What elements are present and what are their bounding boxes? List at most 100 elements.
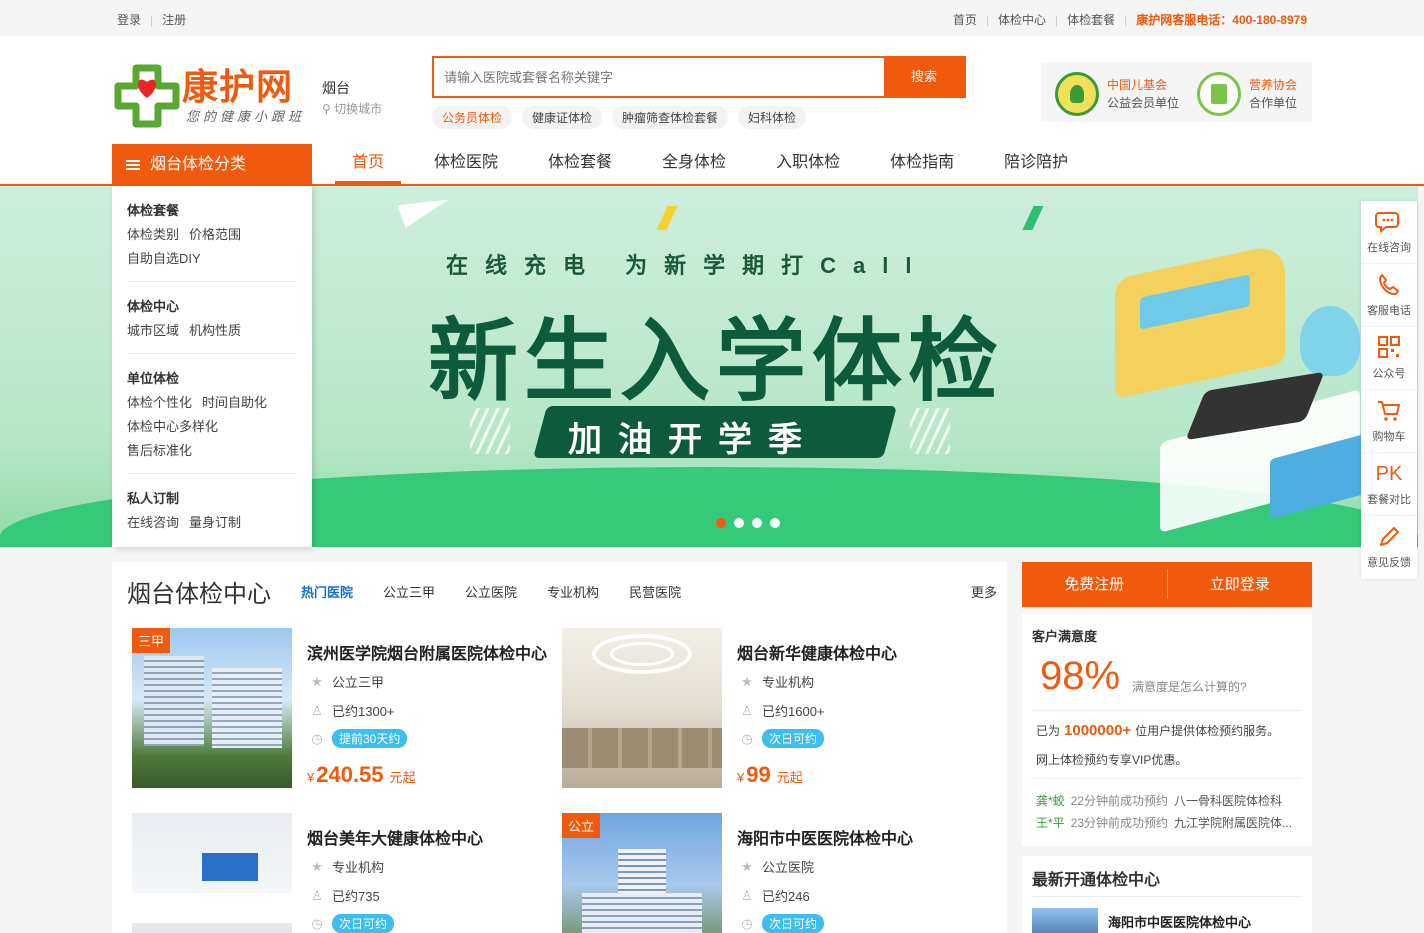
carousel-dot[interactable] bbox=[734, 518, 744, 528]
hospital-type: 公立三甲 bbox=[332, 675, 385, 690]
register-link[interactable]: 注册 bbox=[162, 11, 186, 28]
more-link[interactable]: 更多 bbox=[971, 582, 997, 601]
category-link[interactable]: 售后标准化 bbox=[127, 443, 192, 458]
hospital-card[interactable]: 公立 海阳市中医医院体检中心 ★ 公立医院 ♙ 已约246 ◷ 次日可约 bbox=[562, 813, 982, 933]
city-switch-link[interactable]: ⚲ 切换城市 bbox=[322, 100, 382, 117]
sidebar-item-phone[interactable]: 客服电话 bbox=[1361, 264, 1417, 327]
hospital-booked-row: ♙ 已约1300+ bbox=[310, 701, 394, 720]
hospital-photo[interactable] bbox=[132, 813, 292, 933]
category-menu-header[interactable]: 烟台体检分类 bbox=[112, 144, 312, 186]
newest-center-name[interactable]: 海阳市中医医院体检中心 bbox=[1108, 912, 1251, 931]
top-link-home[interactable]: 首页 bbox=[953, 11, 977, 28]
category-title[interactable]: 体检套餐 bbox=[127, 200, 297, 219]
site-logo[interactable]: 康护网 您的健康小跟班 bbox=[112, 58, 312, 128]
hospital-photo[interactable] bbox=[562, 628, 722, 788]
category-link[interactable]: 机构性质 bbox=[189, 323, 241, 338]
hospital-photo[interactable]: 三甲 bbox=[132, 628, 292, 788]
price-amount: 99 bbox=[746, 762, 771, 787]
category-group: 体检中心 城市区域 机构性质 bbox=[127, 282, 297, 354]
hospital-name[interactable]: 烟台新华健康体检中心 bbox=[737, 640, 897, 664]
paper-plane-icon bbox=[397, 188, 453, 228]
carousel-dot[interactable] bbox=[716, 518, 726, 528]
category-link[interactable]: 时间自助化 bbox=[202, 395, 267, 410]
search-box: 搜索 bbox=[432, 56, 966, 98]
category-menu-title: 烟台体检分类 bbox=[150, 156, 247, 173]
hospital-type-row: ★ 公立三甲 bbox=[310, 672, 384, 691]
top-link-centers[interactable]: 体检中心 bbox=[998, 11, 1046, 28]
sidebar-item-compare[interactable]: PK 套餐对比 bbox=[1361, 453, 1417, 516]
nav-item-home[interactable]: 首页 bbox=[335, 144, 402, 184]
booking-hospital[interactable]: 九江学院附属医院体... bbox=[1174, 816, 1292, 830]
divider bbox=[1032, 896, 1302, 897]
category-title[interactable]: 体检中心 bbox=[127, 296, 297, 315]
category-link[interactable]: 价格范围 bbox=[189, 227, 241, 242]
category-link[interactable]: 在线咨询 bbox=[127, 515, 179, 530]
top-bar: 登录 | 注册 首页 | 体检中心 | 体检套餐 | 康护网客服电话：400-1… bbox=[0, 0, 1424, 36]
hot-tag[interactable]: 公务员体检 bbox=[432, 106, 513, 129]
category-panel: 体检套餐 体检类别 价格范围 自助自选DIY 体检中心 城市区域 机构性质 单位体检… bbox=[112, 186, 312, 547]
login-link[interactable]: 登录 bbox=[117, 11, 141, 28]
search-button[interactable]: 搜索 bbox=[884, 58, 964, 96]
availability-badge: 次日可约 bbox=[762, 914, 825, 933]
carousel-dot[interactable] bbox=[752, 518, 762, 528]
qrcode-icon bbox=[1378, 336, 1400, 358]
hospital-photo[interactable]: 公立 bbox=[562, 813, 722, 933]
category-group: 体检套餐 体检类别 价格范围 自助自选DIY bbox=[127, 186, 297, 282]
category-link[interactable]: 体检个性化 bbox=[127, 395, 192, 410]
hospital-name[interactable]: 滨州医学院烟台附属医院体检中心 bbox=[307, 640, 547, 664]
star-icon: ★ bbox=[741, 858, 753, 874]
category-link[interactable]: 自助自选DIY bbox=[127, 251, 201, 266]
sidebar-item-wechat[interactable]: 公众号 bbox=[1361, 327, 1417, 390]
satisfaction-how-link[interactable]: 满意度是怎么计算的? bbox=[1132, 678, 1247, 695]
recent-booking: 王*平 23分钟前成功预约 九江学院附属医院体... bbox=[1036, 814, 1292, 831]
divider: | bbox=[985, 12, 989, 27]
banner-title: 新生入学体检 bbox=[428, 312, 1004, 412]
category-link[interactable]: 体检类别 bbox=[127, 227, 179, 242]
newest-centers-panel: 最新开通体检中心 海阳市中医医院体检中心 bbox=[1022, 856, 1312, 933]
hot-tag[interactable]: 肿瘤筛查体检套餐 bbox=[612, 106, 729, 129]
hospital-booked: 已约735 bbox=[332, 889, 380, 904]
free-register-button[interactable]: 免费注册 bbox=[1022, 562, 1167, 607]
hospital-card[interactable]: 三甲 滨州医学院烟台附属医院体检中心 ★ 公立三甲 ♙ 已约1300+ ◷ 提前30天… bbox=[132, 628, 552, 793]
sidebar-item-cart[interactable]: 购物车 bbox=[1361, 390, 1417, 453]
hospital-name[interactable]: 烟台美年大健康体检中心 bbox=[307, 825, 483, 849]
center-thumbnail[interactable] bbox=[1032, 908, 1098, 933]
category-link[interactable]: 量身订制 bbox=[189, 515, 241, 530]
tab-public-3a[interactable]: 公立三甲 bbox=[383, 582, 435, 601]
tab-hot[interactable]: 热门医院 bbox=[301, 582, 353, 601]
hospital-card[interactable]: 烟台美年大健康体检中心 ★ 专业机构 ♙ 已约735 ◷ 次日可约 bbox=[132, 813, 552, 933]
sidebar-item-feedback[interactable]: 意见反馈 bbox=[1361, 516, 1417, 579]
hospital-booked: 已约246 bbox=[762, 889, 810, 904]
user-icon: ♙ bbox=[741, 702, 753, 718]
hospital-section-header: 烟台体检中心 热门医院 公立三甲 公立医院 专业机构 民营医院 bbox=[127, 574, 711, 609]
hospital-name[interactable]: 海阳市中医医院体检中心 bbox=[737, 825, 913, 849]
category-link[interactable]: 城市区域 bbox=[127, 323, 179, 338]
nav-item-escort[interactable]: 陪诊陪护 bbox=[987, 144, 1085, 184]
hot-tag[interactable]: 妇科体检 bbox=[738, 106, 807, 129]
carousel-dots bbox=[716, 518, 788, 528]
search-input[interactable] bbox=[434, 58, 886, 96]
login-now-button[interactable]: 立即登录 bbox=[1168, 562, 1313, 607]
nav-item-full-checkup[interactable]: 全身体检 bbox=[645, 144, 743, 184]
tab-professional[interactable]: 专业机构 bbox=[547, 582, 599, 601]
category-title[interactable]: 私人订制 bbox=[127, 488, 297, 507]
carousel-dot[interactable] bbox=[770, 518, 780, 528]
nav-item-hospitals[interactable]: 体检医院 bbox=[417, 144, 515, 184]
nav-item-packages[interactable]: 体检套餐 bbox=[531, 144, 629, 184]
booking-hospital[interactable]: 八一骨科医院体检科 bbox=[1174, 794, 1282, 808]
tab-private[interactable]: 民营医院 bbox=[629, 582, 681, 601]
top-link-packages[interactable]: 体检套餐 bbox=[1067, 11, 1115, 28]
sidebar-item-consult[interactable]: 在线咨询 bbox=[1361, 201, 1417, 264]
hospital-type-row: ★ 专业机构 bbox=[310, 857, 384, 876]
category-title[interactable]: 单位体检 bbox=[127, 368, 297, 387]
tab-public[interactable]: 公立医院 bbox=[465, 582, 517, 601]
nav-item-guide[interactable]: 体检指南 bbox=[873, 144, 971, 184]
hospital-card[interactable]: 烟台新华健康体检中心 ★ 专业机构 ♙ 已约1600+ ◷ 次日可约 ¥99 元起 bbox=[562, 628, 982, 793]
banner-dash bbox=[656, 206, 678, 230]
hospital-badge: 公立 bbox=[562, 813, 601, 838]
hot-tag[interactable]: 健康证体检 bbox=[522, 106, 603, 129]
category-link[interactable]: 体检中心多样化 bbox=[127, 419, 218, 434]
nav-item-employment-checkup[interactable]: 入职体检 bbox=[759, 144, 857, 184]
partner-nutrition: 营养协会 合作单位 bbox=[1197, 72, 1297, 116]
clock-icon: ◷ bbox=[311, 730, 323, 746]
